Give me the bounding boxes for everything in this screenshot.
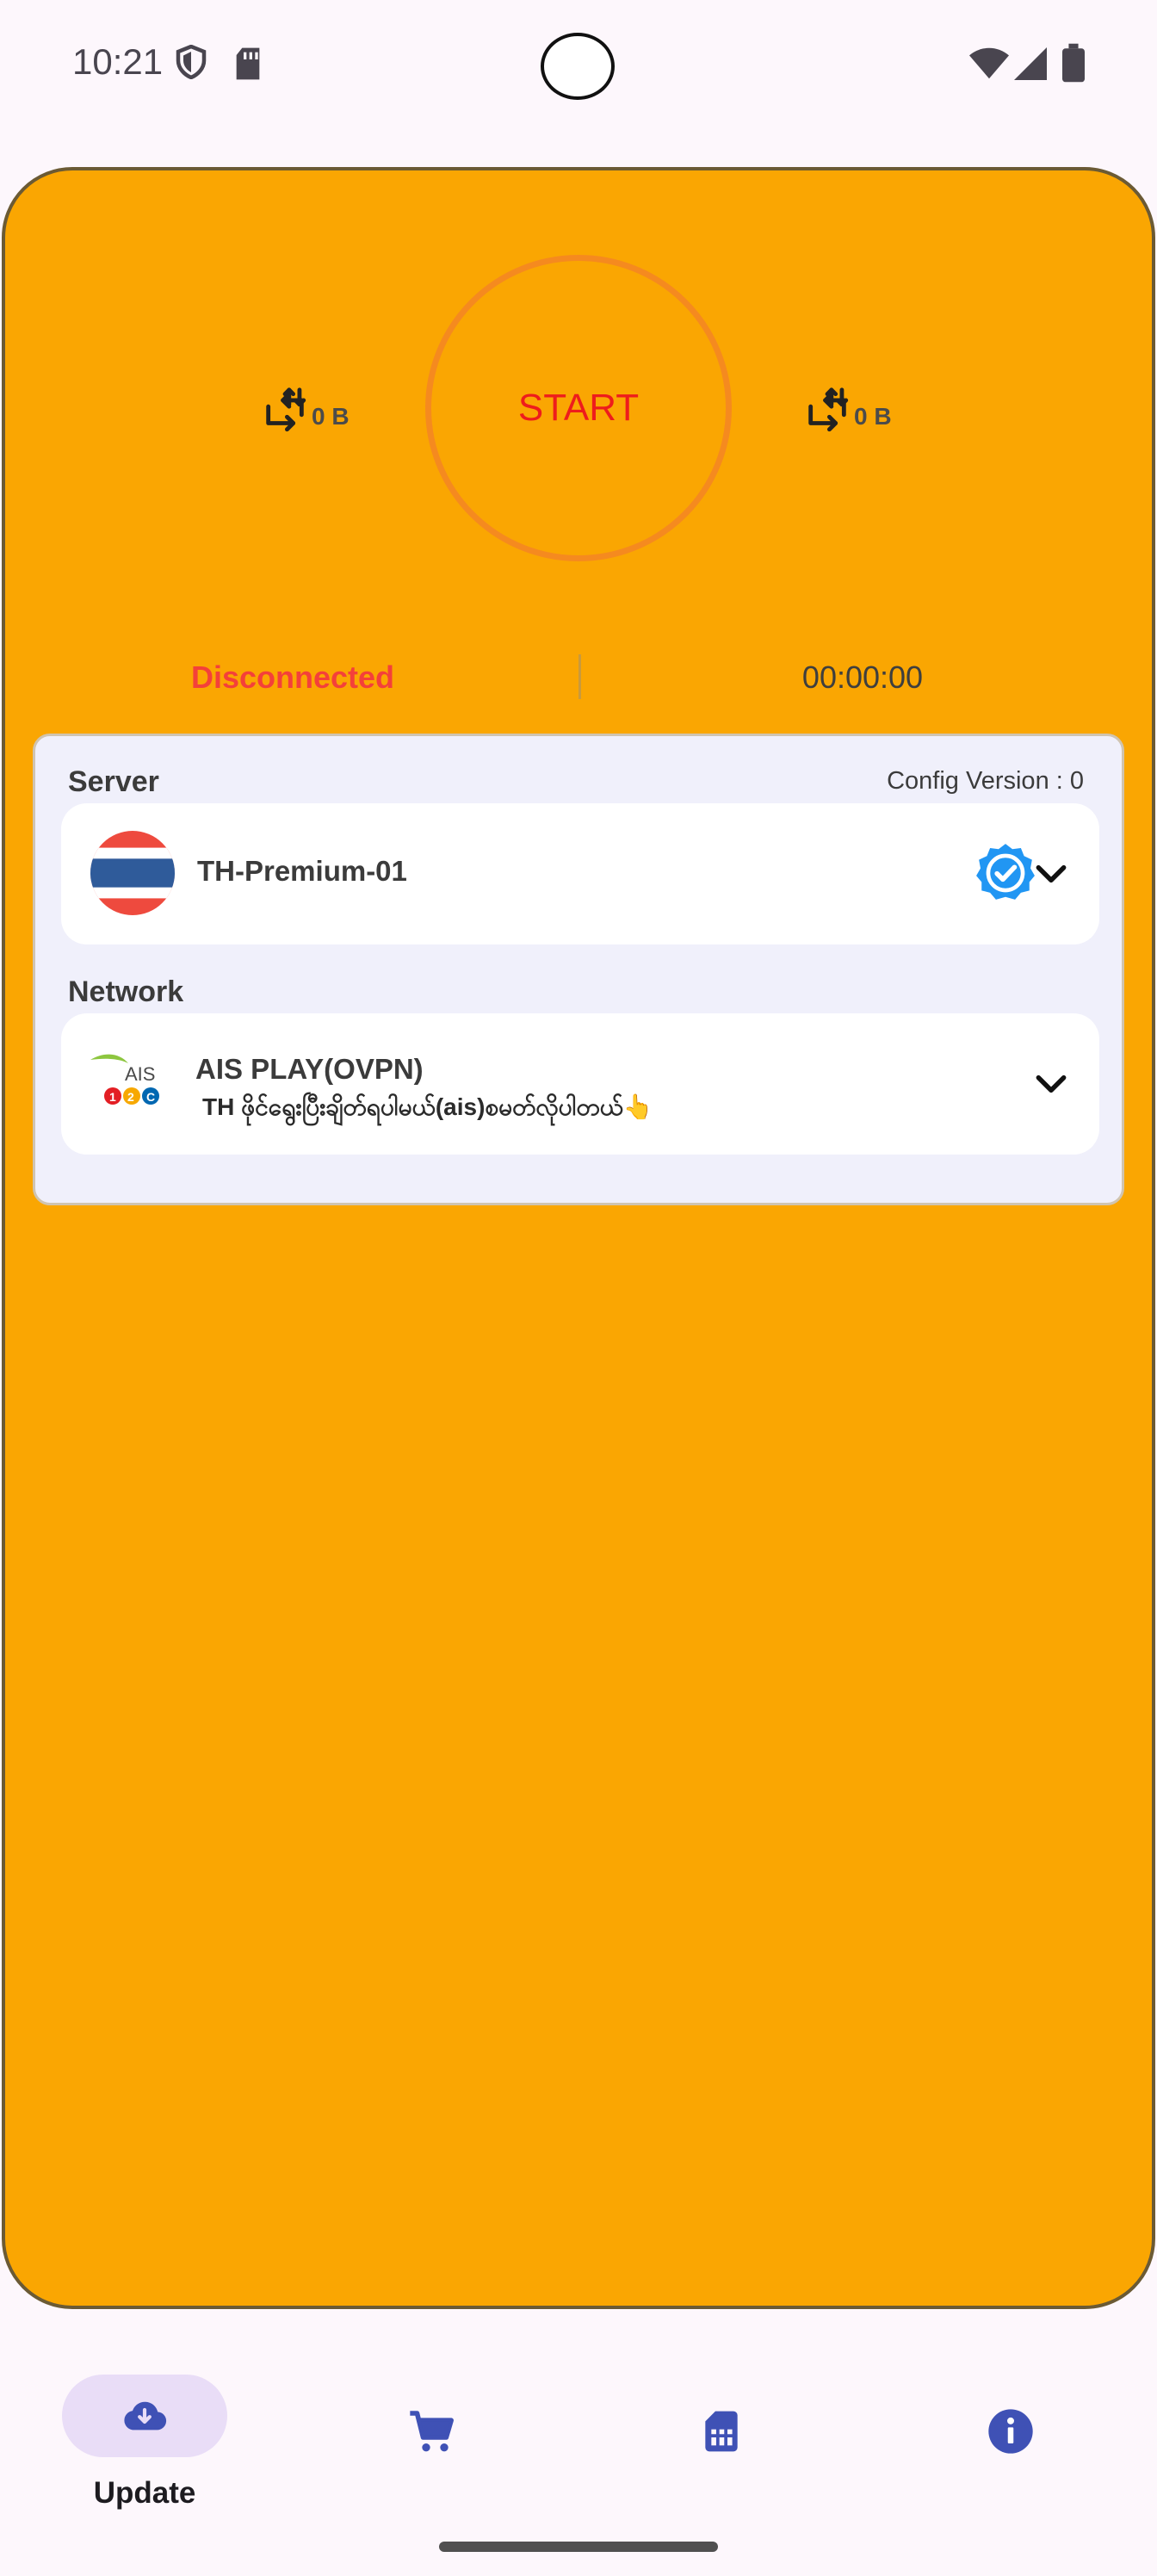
cloud-download-icon — [124, 2401, 167, 2430]
front-camera — [541, 33, 615, 100]
config-version: Config Version : 0 — [887, 767, 1084, 795]
network-description: TH ဖိုင်ရွေးပြီးချိတ်ရပါမယ်(ais)စမတ်လိုပ… — [202, 1093, 653, 1120]
start-label: START — [517, 387, 640, 429]
start-button[interactable]: START — [425, 255, 732, 561]
download-value: 0 B — [854, 403, 892, 430]
network-section-label: Network — [68, 975, 184, 1008]
ais-logo-text: AIS — [125, 1063, 155, 1085]
sim-card-icon — [705, 2411, 738, 2452]
status-time: 10:21 — [72, 41, 164, 82]
verified-badge-icon — [976, 844, 1035, 900]
chevron-down-icon[interactable] — [1032, 855, 1070, 893]
upload-traffic: 0 B — [260, 386, 350, 436]
svg-text:C: C — [146, 1090, 155, 1104]
status-bar: 10:21 — [0, 0, 1157, 129]
server-selector[interactable]: TH-Premium-01 — [61, 803, 1099, 944]
phone-screen: 10:21 0 B START 0 B Disconnected 00:00:0… — [0, 0, 1157, 2576]
nav-item-info[interactable] — [926, 2344, 1098, 2499]
sync-arrows-icon — [808, 387, 849, 432]
sync-arrows-icon — [266, 387, 306, 432]
svg-text:1: 1 — [109, 1090, 116, 1104]
download-traffic: 0 B — [802, 386, 892, 436]
upload-value: 0 B — [312, 403, 350, 430]
cell-signal-icon — [1014, 47, 1047, 80]
cart-icon — [410, 2411, 454, 2452]
connection-timer: 00:00:00 — [801, 659, 924, 695]
nav-item-update[interactable]: Update — [0, 2344, 289, 2510]
settings-panel: Server Config Version : 0 TH-Premium-01 … — [33, 734, 1124, 1205]
server-section-label: Server — [68, 765, 159, 798]
wifi-icon — [969, 47, 1009, 79]
network-selector[interactable]: AIS 1 2 C AIS PLAY(OVPN) TH ဖိုင်ရွေးပြီ… — [61, 1013, 1099, 1155]
chevron-down-icon[interactable] — [1032, 1065, 1070, 1103]
sd-card-icon — [236, 47, 260, 80]
nav-item-store[interactable] — [348, 2344, 520, 2499]
ais-logo: AIS 1 2 C — [90, 1054, 159, 1105]
info-icon — [988, 2409, 1033, 2454]
svg-text:2: 2 — [127, 1090, 134, 1104]
battery-icon — [1062, 43, 1085, 83]
status-divider — [578, 654, 581, 699]
shield-icon — [176, 45, 207, 79]
server-name: TH-Premium-01 — [197, 855, 407, 887]
bottom-navigation: Update — [0, 2309, 1157, 2576]
connection-status: Disconnected — [190, 659, 395, 695]
gesture-home-bar[interactable] — [439, 2542, 718, 2552]
nav-item-sim[interactable] — [637, 2344, 809, 2499]
network-name: AIS PLAY(OVPN) — [195, 1053, 424, 1085]
nav-label-update: Update — [93, 2476, 196, 2510]
thailand-flag-icon — [90, 831, 175, 915]
